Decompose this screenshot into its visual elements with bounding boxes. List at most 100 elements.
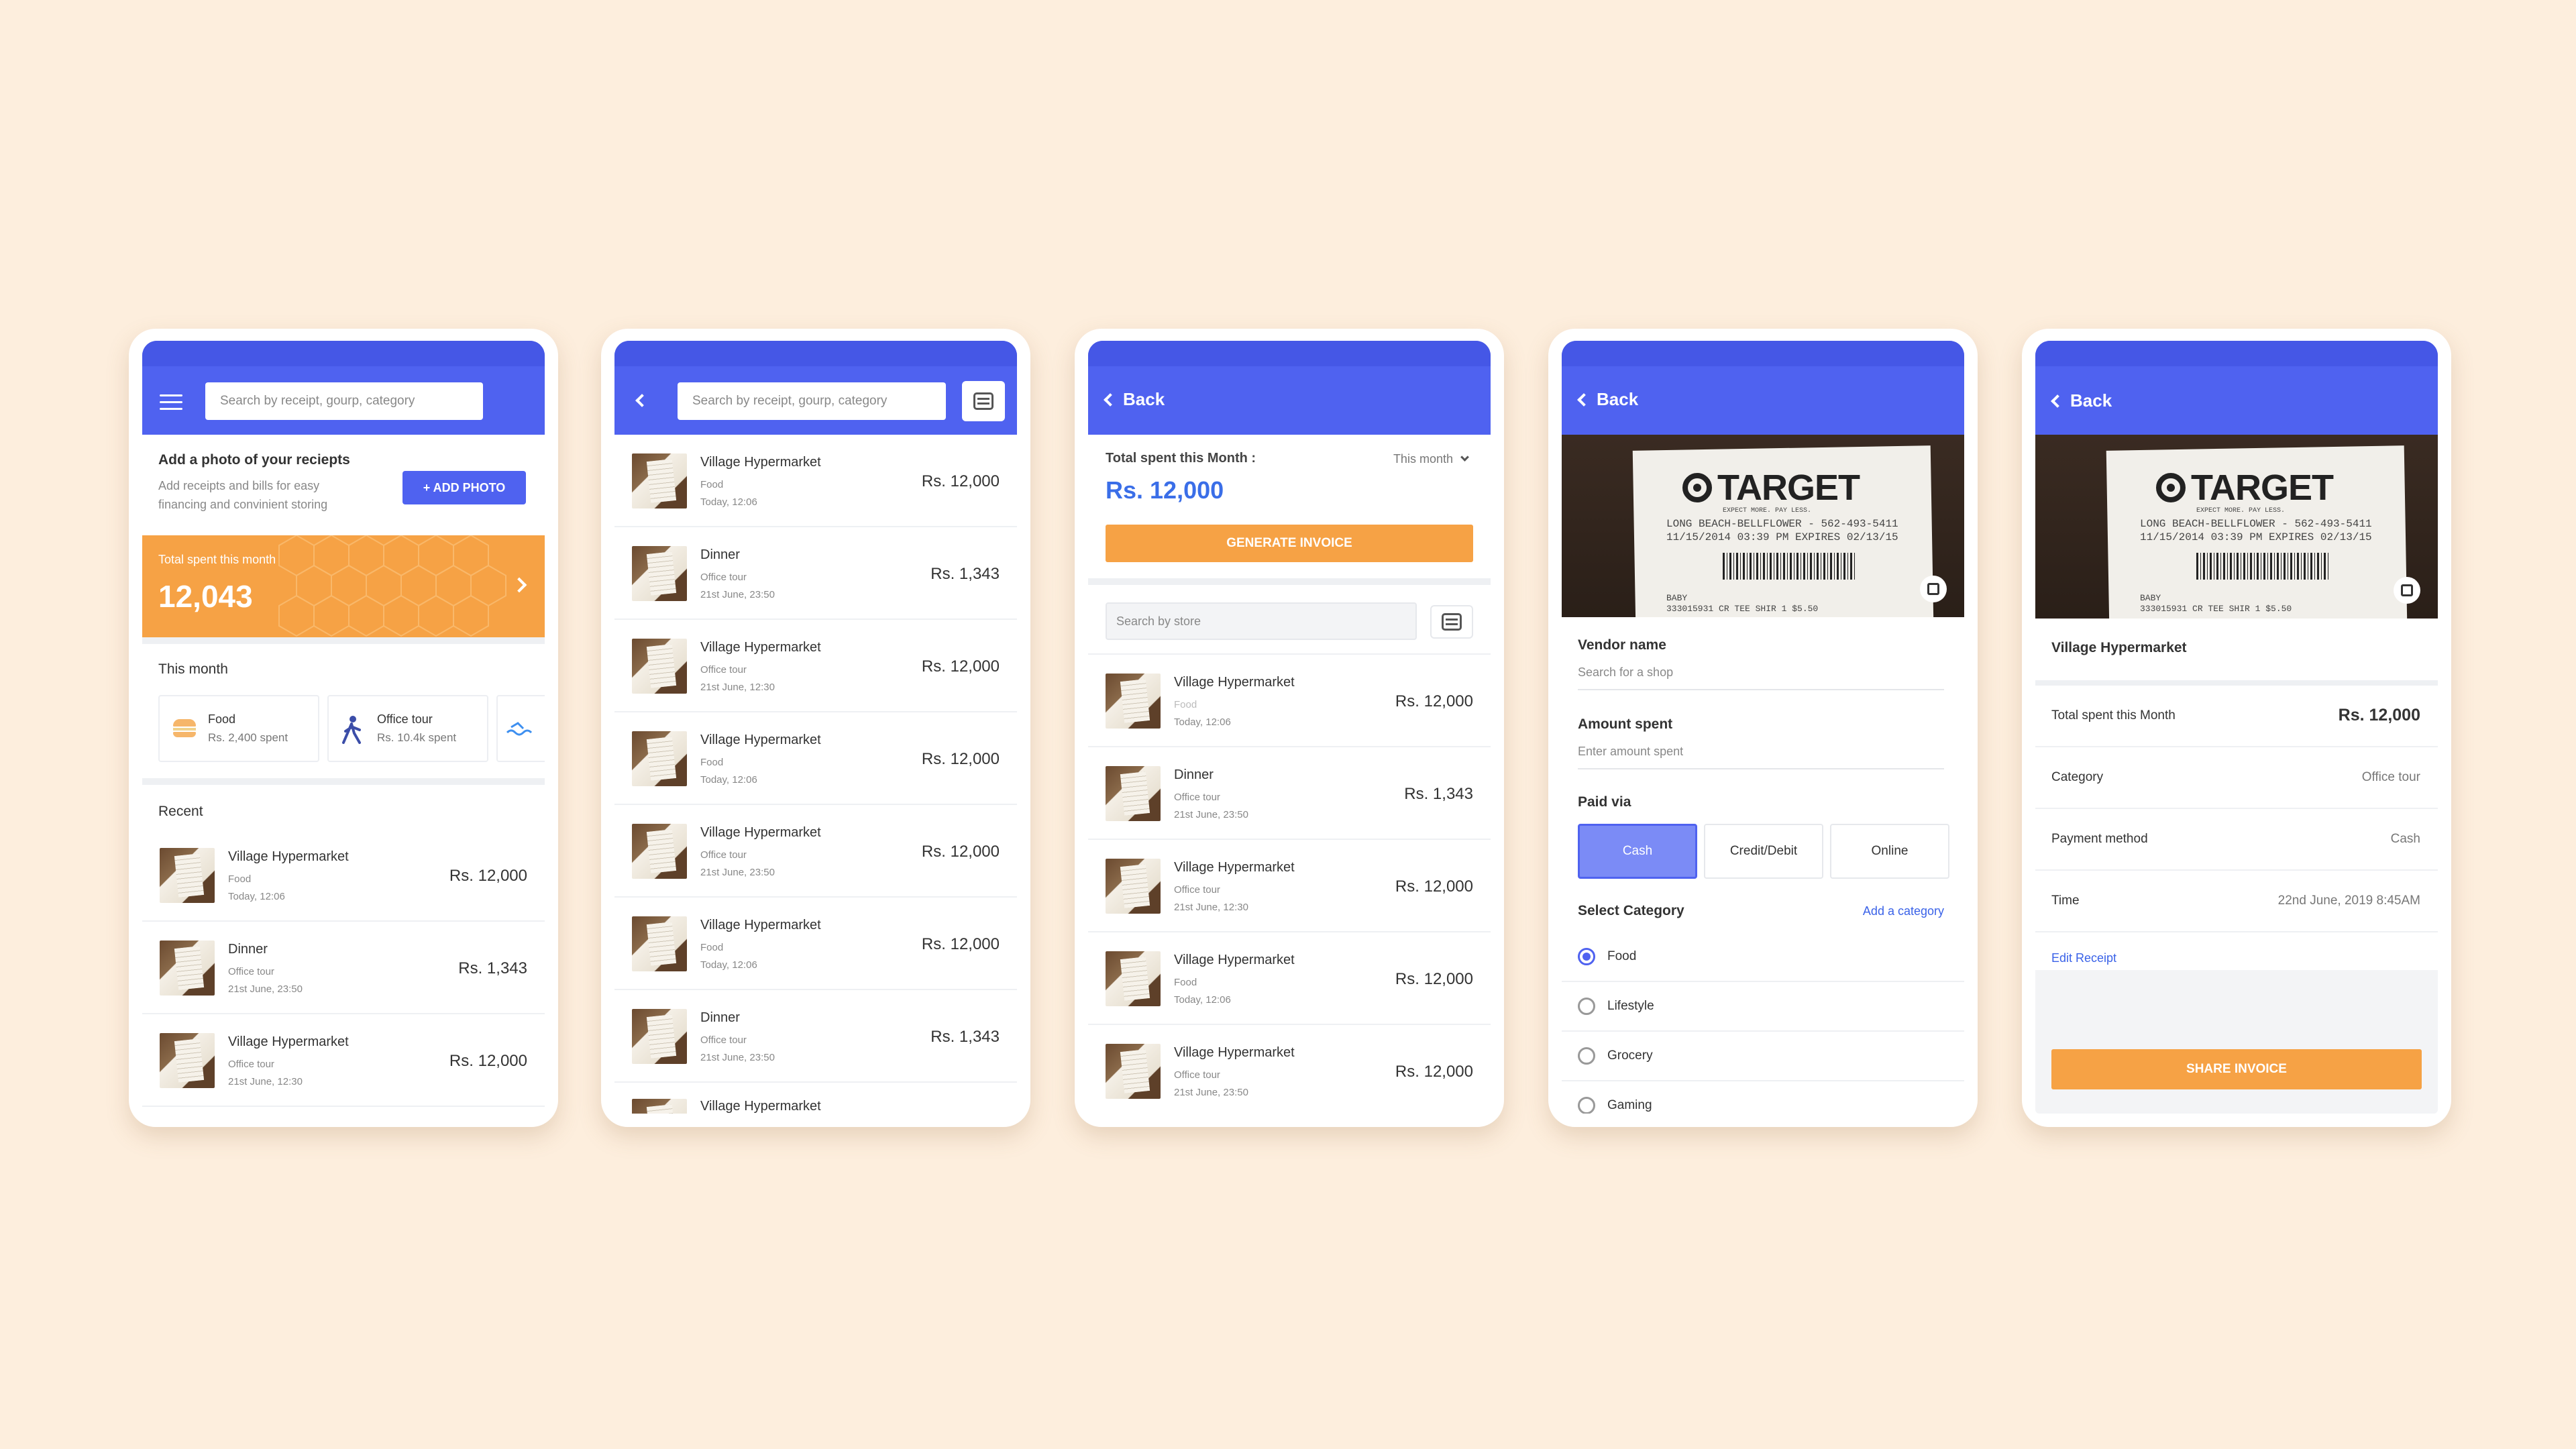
chevron-left-icon — [1577, 392, 1591, 407]
item-title: Village Hypermarket — [700, 1099, 821, 1114]
category-option[interactable]: Lifestyle — [1562, 982, 1964, 1032]
list-item[interactable]: Village Hypermarket Food Today, 12:06 Rs… — [614, 435, 1017, 527]
receipt-thumbnail — [1106, 766, 1161, 821]
list-item[interactable]: Village Hypermarket Food Today, 12:06 Rs… — [1088, 932, 1491, 1025]
store-search-input[interactable]: Search by store — [1106, 602, 1417, 640]
category-spent: Rs. 2,400 spent — [208, 731, 288, 744]
item-category: Office tour — [228, 1059, 274, 1070]
divider — [2035, 680, 2438, 686]
category-card-food[interactable]: Food Rs. 2,400 spent — [158, 695, 319, 762]
item-title: Village Hypermarket — [700, 918, 821, 932]
add-photo-button[interactable]: + ADD PHOTO — [402, 471, 526, 504]
item-amount: Rs. 12,000 — [1395, 970, 1473, 988]
category-header: Select Category Add a category — [1562, 894, 1964, 932]
category-value: Office tour — [2361, 770, 2420, 784]
select-category-label: Select Category — [1578, 903, 1684, 918]
generate-invoice-button[interactable]: GENERATE INVOICE — [1106, 525, 1473, 562]
screen-invoice: Back Total spent this Month : This month… — [1075, 329, 1504, 1127]
app-bar: Search by receipt, gourp, category — [142, 341, 545, 435]
category-option[interactable]: Gaming — [1562, 1081, 1964, 1114]
vendor-label: Vendor name — [1578, 637, 1666, 653]
list-item[interactable]: Village Hypermarket Office tour 21st Jun… — [1088, 1025, 1491, 1114]
list-item[interactable]: Village Hypermarket Office tour 21st Jun… — [1088, 840, 1491, 932]
item-date: Today, 12:06 — [1174, 716, 1231, 728]
payment-label: Payment method — [2051, 832, 2148, 846]
item-title: Village Hypermarket — [1174, 953, 1295, 967]
list-item[interactable]: Village Hypermarket Food Today, 12:06 Rs… — [1088, 655, 1491, 747]
category-row: Category Office tour — [2035, 747, 2438, 809]
share-invoice-button[interactable]: SHARE INVOICE — [2051, 1049, 2422, 1089]
search-input[interactable]: Search by receipt, gourp, category — [678, 382, 946, 420]
receipt-thumbnail — [632, 824, 687, 879]
category-card-partial[interactable] — [496, 695, 545, 762]
vendor-field: Vendor name Search for a shop — [1562, 617, 1964, 696]
item-category: Food — [228, 873, 252, 885]
item-title: Village Hypermarket — [228, 1034, 349, 1049]
add-photo-desc: financing and convinient storing — [158, 498, 328, 511]
receipt-thumbnail — [160, 1033, 215, 1088]
category-card-office-tour[interactable]: Office tour Rs. 10.4k spent — [327, 695, 488, 762]
time-row: Time 22nd June, 2019 8:45AM — [2035, 871, 2438, 932]
period-select[interactable]: This month — [1393, 452, 1469, 466]
list-item[interactable]: Dinner Office tour 21st June, 23:50 Rs. … — [614, 990, 1017, 1083]
edit-receipt-link[interactable]: Edit Receipt — [2051, 951, 2116, 965]
total-spent-banner[interactable]: Total spent this month 12,043 — [142, 535, 545, 637]
item-category: Office tour — [1174, 1069, 1220, 1081]
back-button[interactable]: Back — [1577, 389, 1639, 410]
receipt-line: BABY — [1666, 593, 1688, 603]
receipt-thumbnail — [632, 453, 687, 508]
list-item[interactable]: Village Hypermarket — [614, 1083, 1017, 1114]
list-item[interactable]: Village Hypermarket Food Today, 12:06 Rs… — [614, 898, 1017, 990]
back-arrow-icon[interactable] — [635, 394, 649, 409]
receipt-list: Village Hypermarket Food Today, 12:06 Rs… — [1088, 655, 1491, 1114]
amount-input[interactable]: Enter amount spent — [1578, 745, 1944, 769]
category-option[interactable]: Grocery — [1562, 1032, 1964, 1081]
back-button[interactable]: Back — [2051, 390, 2112, 411]
amount-label: Amount spent — [1578, 716, 1673, 732]
item-amount: Rs. 12,000 — [1395, 1063, 1473, 1081]
item-title: Dinner — [700, 547, 740, 562]
category-option[interactable]: Food — [1562, 932, 1964, 982]
vendor-input[interactable]: Search for a shop — [1578, 665, 1944, 690]
chevron-down-icon — [1460, 453, 1469, 462]
list-item[interactable]: Village Hypermarket Office tour 21st Jun… — [142, 1014, 545, 1107]
list-item[interactable]: Dinner Office tour 21st June, 23:50 Rs. … — [1088, 747, 1491, 840]
list-item[interactable]: Dinner Office tour 21st June, 23:50 Rs. … — [142, 922, 545, 1014]
back-button[interactable]: Back — [1104, 389, 1165, 410]
app-bar: Search by receipt, gourp, category — [614, 341, 1017, 435]
add-category-link[interactable]: Add a category — [1863, 904, 1944, 918]
filter-button[interactable] — [962, 381, 1005, 421]
list-item[interactable]: Dinner Office tour 21st June, 23:50 Rs. … — [614, 527, 1017, 620]
list-item[interactable]: Village Hypermarket Food Today, 12:06 Rs… — [142, 829, 545, 922]
item-amount: Rs. 12,000 — [921, 472, 1000, 490]
option-label: Food — [1607, 949, 1637, 963]
rotate-icon[interactable] — [2394, 577, 2420, 604]
item-title: Dinner — [228, 942, 268, 957]
item-amount: Rs. 12,000 — [921, 750, 1000, 768]
rotate-icon[interactable] — [1920, 576, 1947, 602]
search-input[interactable]: Search by receipt, gourp, category — [205, 382, 483, 420]
radio-selected-icon — [1578, 948, 1595, 965]
item-date: Today, 12:06 — [700, 959, 757, 971]
screen-receipt-list: Search by receipt, gourp, category Villa… — [601, 329, 1030, 1127]
item-category: Food — [700, 757, 724, 768]
item-amount: Rs. 12,000 — [1395, 692, 1473, 710]
menu-icon[interactable] — [160, 394, 182, 411]
item-date: 21st June, 23:50 — [228, 983, 303, 995]
pay-option-credit-debit[interactable]: Credit/Debit — [1704, 824, 1823, 879]
pay-option-online[interactable]: Online — [1830, 824, 1949, 879]
total-value: 12,043 — [158, 579, 253, 614]
list-item[interactable]: Village Hypermarket Food Today, 12:06 Rs… — [614, 712, 1017, 805]
category-label: Category — [2051, 770, 2104, 784]
filter-button[interactable] — [1430, 605, 1473, 639]
list-item[interactable]: Village Hypermarket Office tour 21st Jun… — [614, 620, 1017, 712]
pay-option-cash[interactable]: Cash — [1578, 824, 1697, 879]
list-item[interactable]: Village Hypermarket Office tour 21st Jun… — [614, 805, 1017, 898]
total-value: Rs. 12,000 — [1106, 476, 1224, 504]
category-spent: Rs. 10.4k spent — [377, 731, 457, 744]
receipt-thumbnail — [1106, 859, 1161, 914]
screen-add-receipt: Back TARGET EXPECT MORE. PAY LESS. LONG … — [1548, 329, 1978, 1127]
receipt-photo: TARGET EXPECT MORE. PAY LESS. LONG BEACH… — [2035, 435, 2438, 619]
receipt-thumbnail — [160, 848, 215, 903]
back-label: Back — [1597, 389, 1639, 409]
